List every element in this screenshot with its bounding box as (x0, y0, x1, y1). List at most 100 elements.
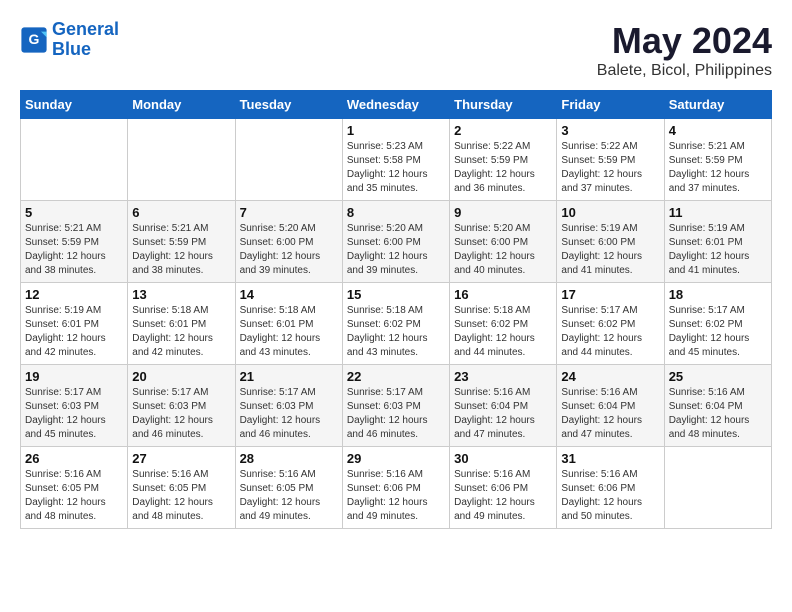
weekday-header-row: SundayMondayTuesdayWednesdayThursdayFrid… (21, 91, 772, 119)
calendar-cell: 31 Sunrise: 5:16 AMSunset: 6:06 PMDaylig… (557, 447, 664, 529)
day-number: 7 (240, 205, 338, 220)
logo: G General Blue (20, 20, 119, 60)
calendar-cell (235, 119, 342, 201)
day-info: Sunrise: 5:16 AMSunset: 6:06 PMDaylight:… (561, 468, 659, 524)
calendar-cell (664, 447, 771, 529)
day-info: Sunrise: 5:16 AMSunset: 6:04 PMDaylight:… (669, 386, 767, 442)
day-number: 5 (25, 205, 123, 220)
day-info: Sunrise: 5:20 AMSunset: 6:00 PMDaylight:… (454, 222, 552, 278)
calendar-cell: 7 Sunrise: 5:20 AMSunset: 6:00 PMDayligh… (235, 201, 342, 283)
calendar-cell: 8 Sunrise: 5:20 AMSunset: 6:00 PMDayligh… (342, 201, 449, 283)
calendar-cell: 18 Sunrise: 5:17 AMSunset: 6:02 PMDaylig… (664, 283, 771, 365)
day-info: Sunrise: 5:18 AMSunset: 6:02 PMDaylight:… (454, 304, 552, 360)
calendar-cell: 23 Sunrise: 5:16 AMSunset: 6:04 PMDaylig… (450, 365, 557, 447)
day-info: Sunrise: 5:23 AMSunset: 5:58 PMDaylight:… (347, 140, 445, 196)
day-info: Sunrise: 5:22 AMSunset: 5:59 PMDaylight:… (561, 140, 659, 196)
day-info: Sunrise: 5:16 AMSunset: 6:05 PMDaylight:… (132, 468, 230, 524)
day-number: 13 (132, 287, 230, 302)
day-info: Sunrise: 5:21 AMSunset: 5:59 PMDaylight:… (132, 222, 230, 278)
calendar-cell: 3 Sunrise: 5:22 AMSunset: 5:59 PMDayligh… (557, 119, 664, 201)
logo-icon: G (20, 26, 48, 54)
calendar-table: SundayMondayTuesdayWednesdayThursdayFrid… (20, 90, 772, 529)
day-info: Sunrise: 5:17 AMSunset: 6:03 PMDaylight:… (25, 386, 123, 442)
calendar-cell: 4 Sunrise: 5:21 AMSunset: 5:59 PMDayligh… (664, 119, 771, 201)
weekday-header-tuesday: Tuesday (235, 91, 342, 119)
day-number: 22 (347, 369, 445, 384)
day-number: 28 (240, 451, 338, 466)
calendar-cell: 2 Sunrise: 5:22 AMSunset: 5:59 PMDayligh… (450, 119, 557, 201)
week-row-3: 12 Sunrise: 5:19 AMSunset: 6:01 PMDaylig… (21, 283, 772, 365)
calendar-cell: 20 Sunrise: 5:17 AMSunset: 6:03 PMDaylig… (128, 365, 235, 447)
day-number: 20 (132, 369, 230, 384)
day-number: 30 (454, 451, 552, 466)
calendar-cell: 13 Sunrise: 5:18 AMSunset: 6:01 PMDaylig… (128, 283, 235, 365)
day-number: 8 (347, 205, 445, 220)
main-title: May 2024 (597, 20, 772, 62)
day-info: Sunrise: 5:17 AMSunset: 6:03 PMDaylight:… (347, 386, 445, 442)
calendar-cell: 30 Sunrise: 5:16 AMSunset: 6:06 PMDaylig… (450, 447, 557, 529)
logo-text: General Blue (52, 20, 119, 60)
week-row-4: 19 Sunrise: 5:17 AMSunset: 6:03 PMDaylig… (21, 365, 772, 447)
week-row-1: 1 Sunrise: 5:23 AMSunset: 5:58 PMDayligh… (21, 119, 772, 201)
weekday-header-saturday: Saturday (664, 91, 771, 119)
calendar-cell: 26 Sunrise: 5:16 AMSunset: 6:05 PMDaylig… (21, 447, 128, 529)
day-info: Sunrise: 5:22 AMSunset: 5:59 PMDaylight:… (454, 140, 552, 196)
day-number: 6 (132, 205, 230, 220)
day-number: 11 (669, 205, 767, 220)
calendar-cell: 5 Sunrise: 5:21 AMSunset: 5:59 PMDayligh… (21, 201, 128, 283)
subtitle: Balete, Bicol, Philippines (597, 62, 772, 80)
calendar-cell: 15 Sunrise: 5:18 AMSunset: 6:02 PMDaylig… (342, 283, 449, 365)
calendar-cell: 19 Sunrise: 5:17 AMSunset: 6:03 PMDaylig… (21, 365, 128, 447)
weekday-header-thursday: Thursday (450, 91, 557, 119)
day-info: Sunrise: 5:16 AMSunset: 6:06 PMDaylight:… (347, 468, 445, 524)
day-number: 31 (561, 451, 659, 466)
calendar-cell: 29 Sunrise: 5:16 AMSunset: 6:06 PMDaylig… (342, 447, 449, 529)
page-header: G General Blue May 2024 Balete, Bicol, P… (20, 20, 772, 80)
day-number: 16 (454, 287, 552, 302)
day-info: Sunrise: 5:17 AMSunset: 6:02 PMDaylight:… (561, 304, 659, 360)
calendar-cell: 27 Sunrise: 5:16 AMSunset: 6:05 PMDaylig… (128, 447, 235, 529)
day-number: 2 (454, 123, 552, 138)
title-area: May 2024 Balete, Bicol, Philippines (597, 20, 772, 80)
week-row-2: 5 Sunrise: 5:21 AMSunset: 5:59 PMDayligh… (21, 201, 772, 283)
day-info: Sunrise: 5:17 AMSunset: 6:02 PMDaylight:… (669, 304, 767, 360)
calendar-cell: 10 Sunrise: 5:19 AMSunset: 6:00 PMDaylig… (557, 201, 664, 283)
day-number: 19 (25, 369, 123, 384)
week-row-5: 26 Sunrise: 5:16 AMSunset: 6:05 PMDaylig… (21, 447, 772, 529)
day-info: Sunrise: 5:19 AMSunset: 6:01 PMDaylight:… (669, 222, 767, 278)
calendar-cell (21, 119, 128, 201)
day-info: Sunrise: 5:20 AMSunset: 6:00 PMDaylight:… (347, 222, 445, 278)
day-number: 26 (25, 451, 123, 466)
weekday-header-sunday: Sunday (21, 91, 128, 119)
day-number: 29 (347, 451, 445, 466)
day-info: Sunrise: 5:16 AMSunset: 6:05 PMDaylight:… (25, 468, 123, 524)
calendar-cell: 24 Sunrise: 5:16 AMSunset: 6:04 PMDaylig… (557, 365, 664, 447)
day-info: Sunrise: 5:19 AMSunset: 6:01 PMDaylight:… (25, 304, 123, 360)
day-info: Sunrise: 5:18 AMSunset: 6:01 PMDaylight:… (240, 304, 338, 360)
day-number: 23 (454, 369, 552, 384)
calendar-cell: 22 Sunrise: 5:17 AMSunset: 6:03 PMDaylig… (342, 365, 449, 447)
calendar-cell: 25 Sunrise: 5:16 AMSunset: 6:04 PMDaylig… (664, 365, 771, 447)
day-number: 1 (347, 123, 445, 138)
svg-text:G: G (29, 31, 40, 47)
day-info: Sunrise: 5:16 AMSunset: 6:04 PMDaylight:… (561, 386, 659, 442)
day-info: Sunrise: 5:18 AMSunset: 6:02 PMDaylight:… (347, 304, 445, 360)
day-info: Sunrise: 5:20 AMSunset: 6:00 PMDaylight:… (240, 222, 338, 278)
day-info: Sunrise: 5:17 AMSunset: 6:03 PMDaylight:… (132, 386, 230, 442)
calendar-cell: 1 Sunrise: 5:23 AMSunset: 5:58 PMDayligh… (342, 119, 449, 201)
weekday-header-monday: Monday (128, 91, 235, 119)
calendar-cell: 9 Sunrise: 5:20 AMSunset: 6:00 PMDayligh… (450, 201, 557, 283)
weekday-header-friday: Friday (557, 91, 664, 119)
weekday-header-wednesday: Wednesday (342, 91, 449, 119)
calendar-cell: 12 Sunrise: 5:19 AMSunset: 6:01 PMDaylig… (21, 283, 128, 365)
day-number: 4 (669, 123, 767, 138)
day-number: 10 (561, 205, 659, 220)
calendar-cell: 28 Sunrise: 5:16 AMSunset: 6:05 PMDaylig… (235, 447, 342, 529)
day-number: 27 (132, 451, 230, 466)
day-number: 14 (240, 287, 338, 302)
calendar-cell: 16 Sunrise: 5:18 AMSunset: 6:02 PMDaylig… (450, 283, 557, 365)
day-info: Sunrise: 5:19 AMSunset: 6:00 PMDaylight:… (561, 222, 659, 278)
day-info: Sunrise: 5:16 AMSunset: 6:06 PMDaylight:… (454, 468, 552, 524)
day-number: 12 (25, 287, 123, 302)
day-info: Sunrise: 5:18 AMSunset: 6:01 PMDaylight:… (132, 304, 230, 360)
